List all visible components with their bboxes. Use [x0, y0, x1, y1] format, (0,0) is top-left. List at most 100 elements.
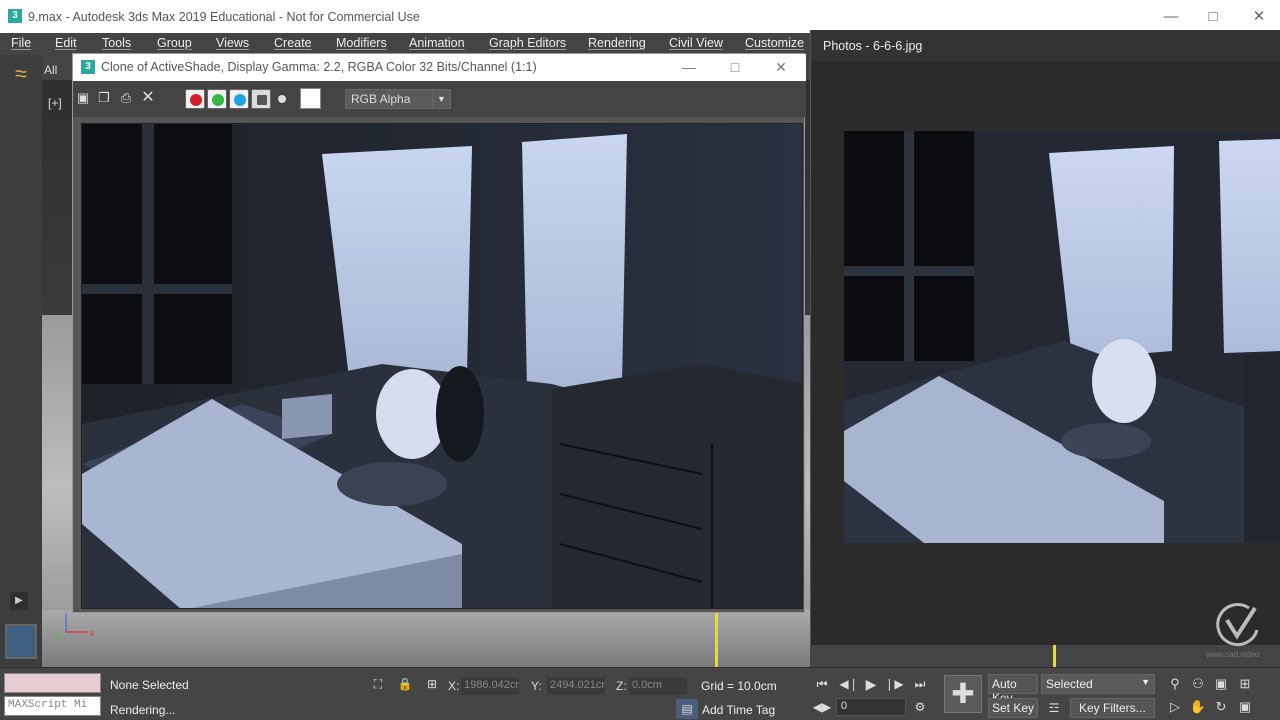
grid-size: Grid = 10.0cm: [701, 679, 777, 693]
viewport-highlight-line-2: [1053, 645, 1056, 667]
pan-view-icon[interactable]: ✋: [1188, 697, 1208, 717]
key-filters-button[interactable]: Key Filters...: [1070, 698, 1155, 718]
menu-customize[interactable]: Customize: [745, 36, 804, 50]
menu-create[interactable]: Create: [274, 36, 312, 50]
scene-explorer-icon[interactable]: ≈: [6, 61, 36, 87]
maxscript-mini-listener[interactable]: MAXScript Mi: [4, 696, 101, 716]
alpha-channel-toggle[interactable]: [251, 89, 271, 109]
render-minimize-button[interactable]: —: [669, 56, 709, 78]
close-button[interactable]: ✕: [1239, 4, 1279, 30]
menu-animation[interactable]: Animation: [409, 36, 465, 50]
channel-dropdown[interactable]: RGB Alpha ▼: [345, 89, 451, 109]
z-label: Z:: [616, 679, 627, 693]
render-maximize-button[interactable]: □: [715, 56, 755, 78]
background-swatch[interactable]: [300, 88, 321, 109]
svg-text:x: x: [90, 628, 95, 638]
axis-tripod-icon: y x: [55, 614, 95, 640]
previous-frame-icon[interactable]: ◀❘: [838, 674, 860, 694]
viewport-floor: [42, 610, 810, 667]
y-coordinate-field[interactable]: 2494.021cm: [547, 677, 605, 695]
lock-icon[interactable]: 🔒: [394, 674, 416, 694]
add-time-tag[interactable]: Add Time Tag: [702, 703, 775, 717]
expand-arrow-icon[interactable]: ▶: [10, 592, 28, 610]
next-frame-icon[interactable]: ❘▶: [883, 674, 905, 694]
channel-value: RGB Alpha: [351, 92, 411, 106]
key-filter-icon[interactable]: ☲: [1043, 698, 1065, 718]
current-frame-field[interactable]: 0: [836, 698, 906, 716]
photo-image: [844, 131, 1280, 543]
play-animation-icon[interactable]: ▶: [860, 674, 882, 694]
maximize-viewport-icon[interactable]: ▣: [1235, 697, 1255, 717]
set-keys-icon[interactable]: ✚: [944, 675, 982, 713]
selection-filter[interactable]: All: [44, 63, 66, 81]
menu-group[interactable]: Group: [157, 36, 192, 50]
menu-civil-view[interactable]: Civil View: [669, 36, 723, 50]
render-toolbar: ▣ ❐ ⎙ ✕ RGB Alpha ▼: [73, 81, 806, 117]
viewport-thumbnail[interactable]: [5, 624, 37, 659]
viewport-label[interactable]: [+]: [48, 96, 62, 110]
key-selection-value: Selected: [1046, 677, 1093, 691]
selection-status: None Selected: [110, 678, 189, 692]
window-title: 9.max - Autodesk 3ds Max 2019 Educationa…: [28, 10, 420, 24]
red-channel-toggle[interactable]: [185, 89, 205, 109]
go-to-start-icon[interactable]: ⏮: [811, 674, 833, 694]
render-scene: [82, 124, 802, 608]
maximize-button[interactable]: □: [1193, 4, 1233, 30]
prompt-line: Rendering...: [110, 703, 176, 717]
render-window-icon: 3: [81, 60, 95, 74]
save-image-icon[interactable]: ▣: [75, 90, 91, 106]
print-image-icon[interactable]: ⎙: [118, 90, 134, 106]
menu-rendering[interactable]: Rendering: [588, 36, 646, 50]
render-window-titlebar: 3 Clone of ActiveShade, Display Gamma: 2…: [73, 54, 806, 81]
zoom-extents-all-icon[interactable]: ⊞: [1235, 674, 1255, 694]
menu-modifiers[interactable]: Modifiers: [336, 36, 387, 50]
render-window-title: Clone of ActiveShade, Display Gamma: 2.2…: [101, 60, 537, 74]
z-coordinate-field[interactable]: 0.0cm: [629, 677, 687, 695]
menu-graph-editors[interactable]: Graph Editors: [489, 36, 566, 50]
menu-tools[interactable]: Tools: [102, 36, 131, 50]
zoom-all-icon[interactable]: ⚇: [1188, 674, 1208, 694]
zoom-icon[interactable]: ⚲: [1165, 674, 1185, 694]
x-label: X:: [448, 679, 460, 693]
orbit-icon[interactable]: ↻: [1211, 697, 1231, 717]
x-coordinate-field[interactable]: 1986.042cm: [461, 677, 519, 695]
time-tag-icon[interactable]: ▤: [676, 699, 698, 719]
viewport-highlight-line: [715, 610, 718, 667]
monochrome-icon[interactable]: [278, 95, 286, 103]
absolute-mode-icon[interactable]: ⊞: [421, 674, 443, 694]
clear-image-icon[interactable]: ✕: [140, 90, 156, 106]
go-to-end-icon[interactable]: ⏭: [909, 674, 931, 694]
green-channel-toggle[interactable]: [207, 89, 227, 109]
logo-text: www.cad.video: [1206, 650, 1260, 659]
svg-text:y: y: [55, 630, 60, 640]
minimize-button[interactable]: —: [1151, 4, 1191, 30]
key-selection-dropdown[interactable]: Selected ▼: [1041, 674, 1155, 694]
rendered-image: [81, 123, 803, 609]
chevron-down-icon: ▼: [1141, 677, 1150, 687]
left-toolbar: ≈ All: [0, 55, 57, 667]
isolate-selection-icon[interactable]: ⛶: [367, 674, 389, 694]
menu-views[interactable]: Views: [216, 36, 249, 50]
blue-channel-toggle[interactable]: [229, 89, 249, 109]
menu-edit[interactable]: Edit: [55, 36, 77, 50]
key-mode-icon[interactable]: ◀▶: [811, 697, 833, 717]
photo-scene: [844, 131, 1280, 543]
zoom-extents-icon[interactable]: ▣: [1211, 674, 1231, 694]
app-logo-icon: 3: [8, 9, 22, 23]
window-titlebar: 3 9.max - Autodesk 3ds Max 2019 Educatio…: [0, 0, 1280, 33]
photos-window: Photos - 6-6-6.jpg: [810, 30, 1280, 645]
cad-video-logo: [1216, 603, 1259, 647]
copy-image-icon[interactable]: ❐: [96, 90, 112, 106]
menu-bar: File Edit Tools Group Views Create Modif…: [0, 33, 810, 55]
photos-title: Photos - 6-6-6.jpg: [823, 39, 923, 53]
photos-titlebar: Photos - 6-6-6.jpg: [811, 30, 1280, 61]
time-configuration-icon[interactable]: ⚙: [909, 697, 931, 717]
auto-key-button[interactable]: Auto Key: [988, 674, 1038, 705]
render-frame-window: 3 Clone of ActiveShade, Display Gamma: 2…: [72, 53, 806, 613]
maxscript-listener-field[interactable]: [4, 673, 101, 693]
render-close-button[interactable]: ✕: [761, 56, 801, 78]
field-of-view-icon[interactable]: ▷: [1165, 697, 1185, 717]
chevron-down-icon: ▼: [432, 90, 450, 108]
menu-file[interactable]: File: [11, 36, 31, 50]
set-key-button[interactable]: Set Key: [988, 698, 1038, 718]
